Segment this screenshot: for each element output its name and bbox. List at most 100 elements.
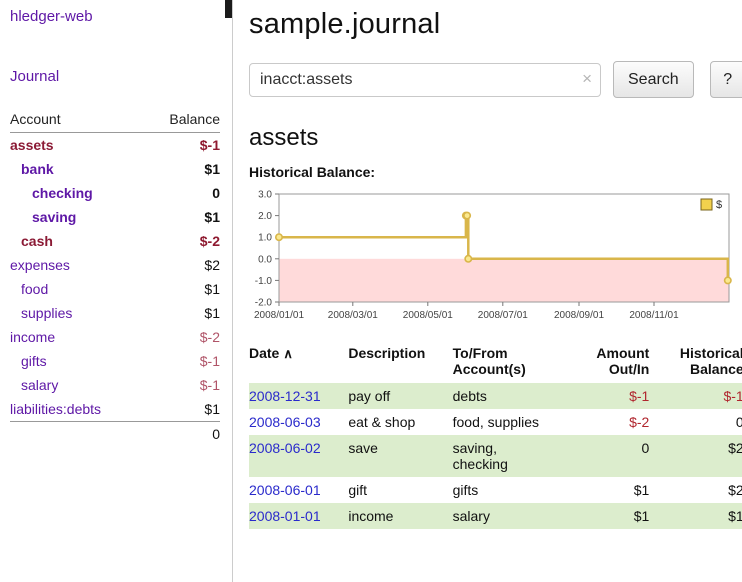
search-field-wrap: ×: [249, 63, 601, 97]
search-input[interactable]: [249, 63, 601, 97]
chart-svg: 3.02.01.00.0-1.0-2.02008/01/012008/03/01…: [249, 186, 735, 330]
account-balance: $-2: [145, 229, 220, 253]
svg-text:2008/11/01: 2008/11/01: [629, 310, 679, 321]
svg-text:3.0: 3.0: [258, 190, 272, 201]
chart-title: Historical Balance:: [249, 164, 742, 180]
svg-text:2008/07/01: 2008/07/01: [478, 310, 528, 321]
transaction-amount: 0: [582, 435, 652, 477]
svg-text:2008/09/01: 2008/09/01: [554, 310, 604, 321]
svg-text:$: $: [716, 199, 722, 211]
transaction-balance: $2: [651, 435, 742, 477]
account-link[interactable]: salary: [10, 377, 58, 393]
svg-text:2008/01/01: 2008/01/01: [254, 310, 304, 321]
account-balance: $1: [145, 205, 220, 229]
register-row: 2008-06-03eat & shopfood, supplies$-20: [249, 409, 742, 435]
account-balance: $1: [145, 397, 220, 422]
help-button[interactable]: ?: [710, 61, 742, 98]
transaction-accounts: salary: [453, 503, 582, 529]
transaction-description: pay off: [348, 383, 452, 409]
account-link[interactable]: checking: [10, 185, 93, 201]
sort-asc-icon: ∧: [283, 346, 293, 361]
account-row: checking 0: [10, 181, 220, 205]
register-header-description: Description: [348, 342, 452, 383]
register-header-balance: Historical Balance: [651, 342, 742, 383]
accounts-header-account: Account: [10, 108, 145, 133]
account-row: food$1: [10, 277, 220, 301]
hledger-web-app: hledger-web Journal Account Balance asse…: [0, 0, 742, 582]
transaction-date-link[interactable]: 2008-06-03: [249, 414, 321, 430]
register-row: 2008-01-01incomesalary$1$1: [249, 503, 742, 529]
transaction-description: gift: [348, 477, 452, 503]
account-link[interactable]: food: [10, 281, 48, 297]
svg-text:0.0: 0.0: [258, 254, 272, 265]
account-link[interactable]: gifts: [10, 353, 47, 369]
account-link[interactable]: saving: [10, 209, 76, 225]
transaction-description: eat & shop: [348, 409, 452, 435]
register-header-date[interactable]: Date∧: [249, 342, 348, 383]
app-title-link[interactable]: hledger-web: [10, 8, 93, 25]
account-link[interactable]: assets: [10, 137, 54, 153]
register-table: Date∧ Description To/From Account(s) Amo…: [249, 342, 742, 529]
account-balance: $1: [145, 157, 220, 181]
register-row: 2008-12-31pay offdebts$-1$-1: [249, 383, 742, 409]
transaction-amount: $-2: [582, 409, 652, 435]
account-heading: assets: [249, 124, 742, 152]
svg-text:-2.0: -2.0: [255, 298, 273, 309]
account-balance: 0: [145, 181, 220, 205]
account-link[interactable]: cash: [10, 233, 53, 249]
account-link[interactable]: liabilities:debts: [10, 401, 101, 417]
accounts-total-spacer: [10, 422, 145, 447]
clear-search-icon[interactable]: ×: [582, 69, 592, 89]
register-row: 2008-06-01 giftgifts$1$2: [249, 477, 742, 503]
transaction-date-link[interactable]: 2008-06-01: [249, 482, 321, 498]
transaction-description: save: [348, 435, 452, 477]
sidebar: hledger-web Journal Account Balance asse…: [0, 0, 233, 582]
account-balance: $-2: [145, 325, 220, 349]
accounts-total-row: 0: [10, 422, 220, 447]
account-link[interactable]: bank: [10, 161, 54, 177]
search-button[interactable]: Search: [613, 61, 694, 98]
account-balance: $-1: [145, 349, 220, 373]
transaction-description: income: [348, 503, 452, 529]
transaction-date-link[interactable]: 2008-01-01: [249, 508, 321, 524]
account-link[interactable]: supplies: [10, 305, 72, 321]
transaction-amount: $1: [582, 477, 652, 503]
account-balance: $-1: [145, 373, 220, 397]
transaction-date-link[interactable]: 2008-12-31: [249, 388, 321, 404]
svg-text:2008/05/01: 2008/05/01: [403, 310, 453, 321]
register-row: 2008-06-02savesaving, checking0$2: [249, 435, 742, 477]
account-row: saving $1: [10, 205, 220, 229]
transaction-accounts: gifts: [453, 477, 582, 503]
scrollbar-thumb[interactable]: [225, 0, 232, 18]
main-content: sample.journal × Search ? assets Histori…: [233, 0, 742, 582]
account-row: expenses $2: [10, 253, 220, 277]
transaction-amount: $-1: [582, 383, 652, 409]
account-balance: $-1: [145, 133, 220, 158]
svg-text:1.0: 1.0: [258, 233, 272, 244]
account-row: cash $-2: [10, 229, 220, 253]
transaction-accounts: debts: [453, 383, 582, 409]
transaction-balance: $-1: [651, 383, 742, 409]
transaction-amount: $1: [582, 503, 652, 529]
transaction-accounts: food, supplies: [453, 409, 582, 435]
page-title: sample.journal: [249, 8, 742, 41]
account-balance: $2: [145, 253, 220, 277]
account-row: bank $1: [10, 157, 220, 181]
account-row: gifts $-1: [10, 349, 220, 373]
journal-link[interactable]: Journal: [10, 68, 59, 85]
account-row: income $-2: [10, 325, 220, 349]
account-row: salary $-1: [10, 373, 220, 397]
account-link[interactable]: expenses: [10, 257, 70, 273]
search-bar: × Search ?: [249, 61, 742, 98]
account-link[interactable]: income: [10, 329, 55, 345]
transaction-balance: $2: [651, 477, 742, 503]
account-balance: $1: [145, 301, 220, 325]
accounts-total-value: 0: [145, 422, 220, 447]
account-row: supplies $1: [10, 301, 220, 325]
register-header-amount: Amount Out/In: [582, 342, 652, 383]
svg-text:2008/03/01: 2008/03/01: [328, 310, 378, 321]
transaction-date-link[interactable]: 2008-06-02: [249, 440, 321, 456]
transaction-balance: $1: [651, 503, 742, 529]
historical-balance-chart: 3.02.01.00.0-1.0-2.02008/01/012008/03/01…: [249, 186, 742, 330]
svg-text:-1.0: -1.0: [255, 276, 273, 287]
